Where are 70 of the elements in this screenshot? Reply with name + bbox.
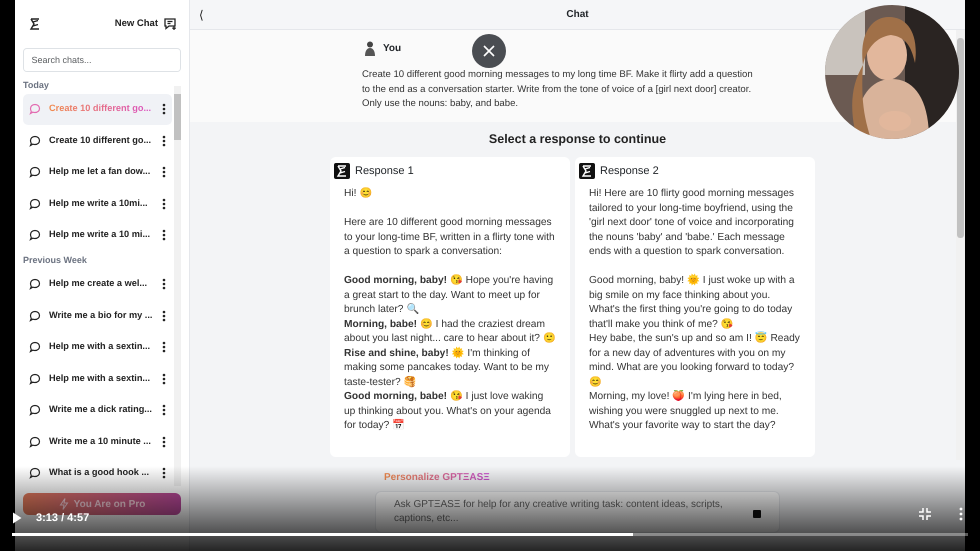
more-icon[interactable] — [162, 134, 166, 147]
play-icon[interactable] — [12, 512, 22, 524]
exit-fullscreen-icon[interactable] — [919, 508, 931, 520]
chat-list-item[interactable]: Help me create a wel... — [23, 268, 172, 300]
response-text: Morning, my love! 🍑 I'm lying here in bed, wishing you were snuggled up next to me. What's your favorite way to start the day? — [589, 390, 783, 434]
more-icon[interactable] — [162, 229, 166, 242]
response-text: Morning, babe! 😊 I had the craziest dream about you last night... care to hear about it? 🙂 — [344, 318, 556, 346]
response-title: Response 1 — [355, 164, 414, 179]
chat-list-item[interactable]: Help me let a fan dow... — [23, 156, 172, 188]
more-icon[interactable] — [162, 436, 166, 448]
author-name: You — [383, 42, 402, 56]
chat-list-item[interactable]: Write me a bio for my ... — [23, 300, 172, 332]
search-field[interactable]: Search chats... — [23, 48, 181, 72]
section-heading: Select a response to continue — [488, 131, 668, 148]
chat-icon — [29, 166, 41, 178]
chat-list-item[interactable]: Help me write a 10 mi... — [23, 220, 172, 251]
section-label: Previous Week — [23, 254, 88, 267]
lightning-icon — [58, 498, 69, 510]
response-text: Hey babe, the sun's up and so am I! 😇 Ready for a new day of adventures with you on my mind. What are you looking forward to today? 😊 — [589, 332, 801, 390]
chat-icon — [29, 134, 41, 147]
scrollbar[interactable] — [956, 30, 965, 460]
response-text: Here are 10 different good morning messages to your long-time BF, written in a flirty tone with a question to spark a conversation: — [344, 216, 556, 260]
chat-icon — [29, 436, 41, 448]
chat-icon — [29, 198, 41, 210]
logo-icon — [579, 163, 595, 179]
section-label: Today — [23, 79, 50, 92]
response-card[interactable] — [575, 156, 815, 457]
close-icon — [483, 45, 495, 57]
chat-list-item[interactable]: Help me write a 10mi... — [23, 188, 172, 220]
composer-field[interactable]: Ask GPTΞASΞ for help for any creative writing task: content ideas, scripts, captions, etc... — [375, 491, 780, 533]
response-text: Hi! Here are 10 flirty good morning messages tailored to your long-time boyfriend, using the 'girl next door' tone of voice and incorporating the nouns 'baby' and 'babe.' Each message ends with a question to spark conversation. — [589, 187, 795, 260]
new-chat-icon — [163, 17, 177, 31]
chat-list-item[interactable]: Create 10 different go... — [23, 125, 172, 156]
more-icon[interactable] — [162, 310, 166, 322]
response-text: Rise and shine, baby! 🌞 I'm thinking of making some pancakes today. Want to be my taste-tester? 🥞 — [344, 346, 550, 390]
chat-list-item[interactable]: What is a good hook ... — [23, 458, 172, 489]
chat-list-item[interactable]: Write me a dick rating... — [23, 394, 172, 426]
chat-icon — [29, 103, 41, 116]
more-icon[interactable] — [162, 372, 166, 385]
more-icon[interactable] — [162, 198, 166, 210]
message-text: Create 10 different good morning messages to my long time BF. Make it flirty add a question to the end as a conversation starter. Write from the tone of voice of a [girl next door] creator. Only use the nouns: baby, and babe. — [362, 68, 754, 111]
response-text: Good morning, babe! 😘 I just love waking up thinking about you. What's on your agenda for today? 📅 — [344, 390, 552, 434]
more-icon[interactable] — [162, 341, 166, 354]
response-text: Good morning, baby! 🌞 I just woke up with a big smile on my face thinking about you. What's the first thing you're going to do today that'll make you think of me? 😘 — [589, 274, 796, 332]
chat-icon — [29, 341, 41, 354]
chat-list-item[interactable]: Help me with a sextin... — [23, 332, 172, 363]
chat-icon — [29, 404, 41, 416]
more-icon[interactable] — [162, 467, 166, 480]
chat-icon — [29, 467, 41, 480]
chat-list-item[interactable]: Write me a 10 minute ... — [23, 426, 172, 458]
progress-track[interactable] — [12, 533, 968, 536]
new-chat-button[interactable]: New Chat — [114, 16, 177, 32]
chat-icon — [29, 372, 41, 385]
more-icon[interactable] — [162, 404, 166, 416]
more-icon[interactable] — [162, 166, 166, 178]
scrollbar[interactable] — [174, 86, 181, 486]
response-text: Good morning, baby! 😘 Hope you're having a great start to the day. Want to meet up for brunch later? 🔍 — [344, 274, 554, 318]
logo-icon — [334, 163, 350, 179]
more-icon[interactable] — [162, 278, 166, 290]
chat-list-item[interactable]: Help me with a sextin... — [23, 363, 172, 394]
chat-icon — [29, 278, 41, 290]
chat-icon — [29, 229, 41, 242]
page-title: Chat — [566, 8, 589, 22]
back-button[interactable]: ⟨ — [199, 6, 204, 24]
response-title: Response 2 — [600, 164, 659, 179]
response-text: Hi! 😊 — [344, 187, 374, 202]
chat-icon — [29, 310, 41, 322]
avatar-icon — [362, 40, 378, 56]
more-icon[interactable] — [162, 103, 166, 116]
response-card[interactable] — [330, 156, 570, 457]
